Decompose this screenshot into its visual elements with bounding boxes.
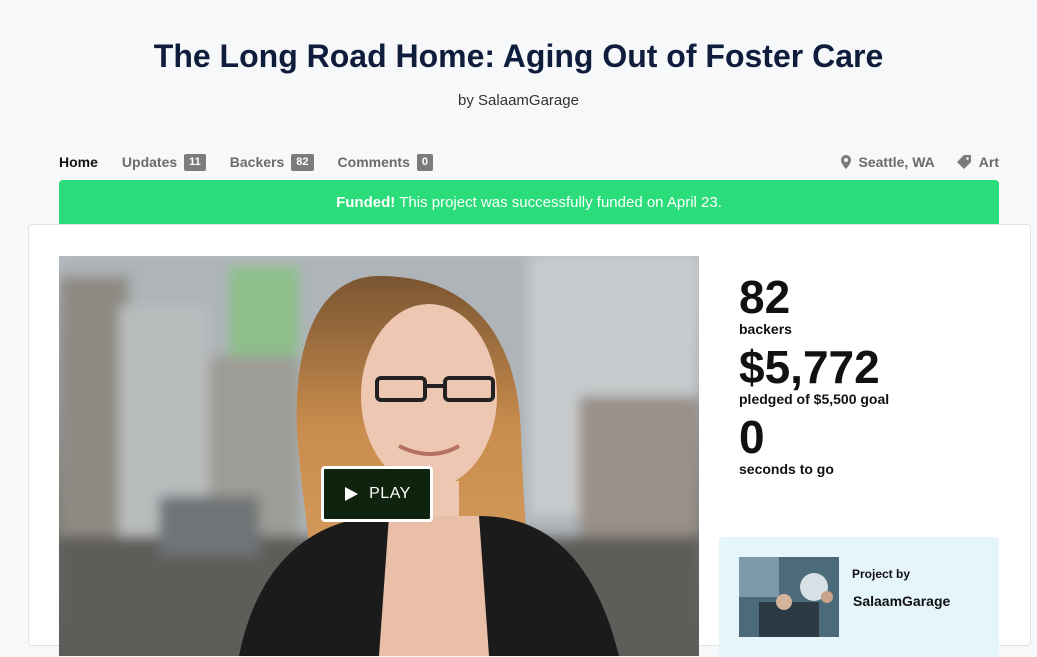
byline-prefix: by	[458, 92, 474, 109]
project-title: The Long Road Home: Aging Out of Foster …	[153, 38, 884, 74]
updates-count-badge: 11	[184, 153, 206, 171]
location-link[interactable]: Seattle, WA	[840, 154, 935, 170]
creator-avatar-image	[739, 557, 839, 637]
tag-icon	[956, 155, 971, 169]
creator-avatar[interactable]	[739, 557, 839, 637]
time-remaining-label: seconds to go	[739, 461, 834, 477]
project-stats: 82 backers $5,772 pledged of $5,500 goal…	[739, 273, 999, 483]
location-label: Seattle, WA	[858, 154, 935, 170]
tab-updates[interactable]: Updates 11	[121, 153, 206, 171]
tab-backers[interactable]: Backers 82	[229, 153, 314, 171]
play-button[interactable]: PLAY	[321, 466, 433, 522]
project-by-label: Project by	[852, 567, 911, 581]
video-thumbnail	[59, 256, 699, 656]
backers-count-badge: 82	[291, 153, 314, 171]
pledged-amount: $5,772	[739, 341, 880, 393]
creator-link[interactable]: SalaamGarage	[478, 92, 579, 109]
category-link[interactable]: Art	[956, 154, 999, 170]
funded-label: Funded!	[336, 193, 396, 211]
map-pin-icon	[840, 155, 851, 169]
tab-comments[interactable]: Comments 0	[337, 153, 434, 171]
project-nav: Home Updates 11 Backers 82 Comments 0 Se…	[59, 150, 999, 174]
tab-backers-label: Backers	[229, 154, 285, 170]
time-remaining: 0	[739, 411, 765, 463]
funded-banner: Funded! This project was successfully fu…	[59, 180, 999, 224]
project-meta: Seattle, WA Art	[819, 154, 999, 170]
tab-updates-label: Updates	[121, 154, 178, 170]
backers-count: 82	[739, 271, 791, 323]
creator-box: Project by SalaamGarage	[719, 537, 999, 657]
backers-label: backers	[739, 321, 792, 337]
byline: by SalaamGarage	[0, 92, 1037, 109]
tab-comments-label: Comments	[337, 154, 410, 170]
creator-name-link[interactable]: SalaamGarage	[853, 593, 950, 609]
funded-message: This project was successfully funded on …	[399, 193, 722, 211]
comments-count-badge: 0	[416, 153, 434, 171]
tab-home[interactable]: Home	[59, 154, 98, 170]
play-icon	[345, 487, 359, 501]
project-video[interactable]: PLAY	[59, 256, 699, 656]
video-thumbnail-image	[59, 256, 699, 656]
pledged-label: pledged of $5,500 goal	[739, 391, 890, 407]
category-label: Art	[978, 154, 999, 170]
tab-home-label: Home	[59, 154, 98, 170]
play-label: PLAY	[369, 485, 411, 502]
project-card: PLAY 82 backers $5,772 pledged of $5,500…	[28, 224, 1031, 657]
